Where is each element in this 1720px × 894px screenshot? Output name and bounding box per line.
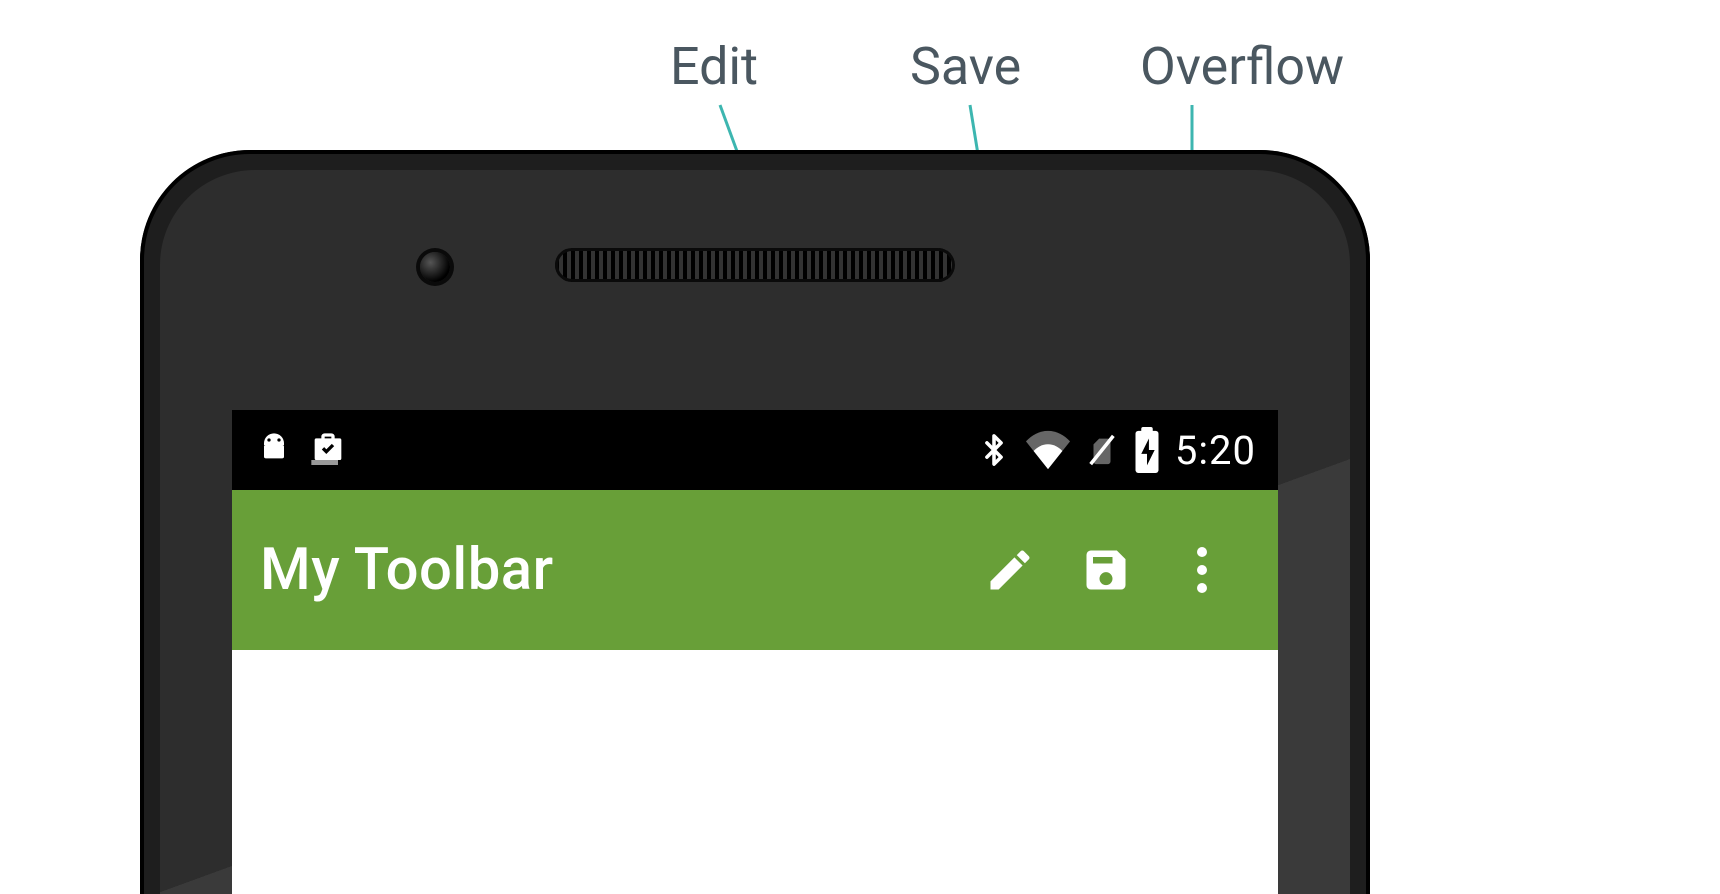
annotation-edit-label: Edit [670,36,758,97]
phone-screen: 5:20 My Toolbar [232,410,1278,894]
status-bar: 5:20 [232,410,1278,490]
briefcase-check-icon [308,430,348,470]
annotation-save-label: Save [910,36,1021,97]
app-toolbar: My Toolbar [232,490,1278,650]
bluetooth-icon [977,428,1011,472]
edit-button[interactable] [962,522,1058,618]
content-area [232,650,1278,894]
floppy-disk-icon [1080,544,1132,596]
save-button[interactable] [1058,522,1154,618]
overflow-button[interactable] [1154,522,1250,618]
phone-frame: 5:20 My Toolbar [140,150,1370,894]
annotation-layer: Edit Save Overflow [0,0,1720,150]
toolbar-title: My Toolbar [260,536,962,604]
status-clock: 5:20 [1175,427,1256,474]
no-sim-icon [1085,428,1119,472]
android-head-icon [254,430,294,470]
earpiece-speaker [555,248,955,282]
pencil-icon [984,544,1036,596]
front-camera [420,252,450,282]
wifi-icon [1025,430,1071,470]
annotation-overflow-label: Overflow [1140,36,1344,97]
battery-charging-icon [1133,427,1161,473]
more-vert-icon [1197,547,1207,593]
phone-bezel: 5:20 My Toolbar [160,170,1350,894]
